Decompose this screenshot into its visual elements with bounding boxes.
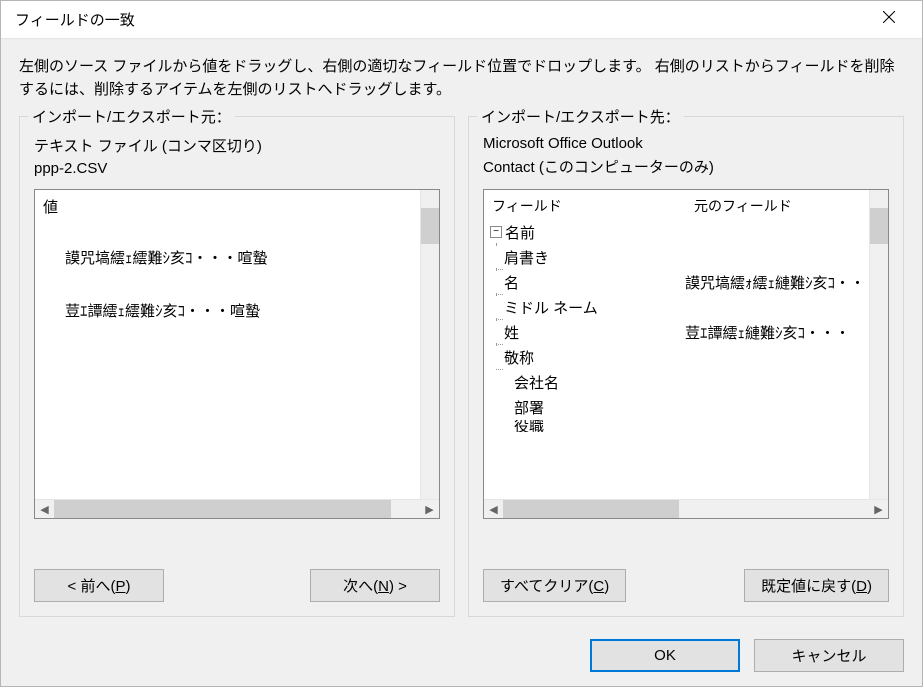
instructions-text: 左側のソース ファイルから値をドラッグし、右側の適切なフィールド位置でドロップし… [19,55,904,102]
vscroll-thumb[interactable] [870,208,888,244]
tree-row[interactable]: 部署 [484,395,869,420]
source-legend: インポート/エクスポート元： [28,106,235,127]
target-header-field: フィールド [484,196,694,216]
source-list-content: 値 謨咒塙繧ｪ繧難ｼ亥ｺ・・・喧蟄 荳ｴ譚繧ｪ繧難ｼ亥ｺ・・・喧蟄 [35,190,420,500]
target-panel: インポート/エクスポート先： Microsoft Office Outlook … [468,116,904,618]
target-app: Microsoft Office Outlook [483,135,889,152]
prev-button[interactable]: < 前へ(P) [34,569,164,602]
titlebar: フィールドの一致 [1,1,922,39]
source-item[interactable]: 荳ｴ譚繧ｪ繧難ｼ亥ｺ・・・喧蟄 [35,294,420,327]
tree-row[interactable]: ミドル ネーム [484,295,869,320]
content-area: 左側のソース ファイルから値をドラッグし、右側の適切なフィールド位置でドロップし… [1,39,922,627]
close-icon [883,11,895,23]
ok-button[interactable]: OK [590,639,740,672]
panels-row: インポート/エクスポート元： テキスト ファイル (コンマ区切り) ppp-2.… [19,116,904,618]
dialog-window: フィールドの一致 左側のソース ファイルから値をドラッグし、右側の適切なフィール… [0,0,923,687]
hscroll-thumb[interactable] [503,500,679,518]
hscroll-right-icon[interactable]: ▶ [420,500,439,519]
hscroll-thumb[interactable] [54,500,391,518]
source-format: テキスト ファイル (コンマ区切り) [34,135,440,156]
vscroll-thumb[interactable] [421,208,439,244]
hscrollbar[interactable]: ◀ ▶ [484,499,888,518]
target-list-content: フィールド 元のフィールド − 名前 肩書き [484,190,869,500]
tree-row[interactable]: 会社名 [484,370,869,395]
target-list-body: フィールド 元のフィールド − 名前 肩書き [484,190,888,500]
dialog-title: フィールドの一致 [15,9,866,30]
hscroll-left-icon[interactable]: ◀ [484,500,503,519]
collapse-icon[interactable]: − [490,226,502,238]
clear-all-button[interactable]: すべてクリア(C) [483,569,626,602]
hscroll-right-icon[interactable]: ▶ [869,500,888,519]
target-headers: フィールド 元のフィールド [484,190,869,220]
target-legend: インポート/エクスポート先： [477,106,684,127]
source-header: 値 [35,190,420,221]
vscrollbar[interactable] [420,190,439,500]
target-buttons: すべてクリア(C) 既定値に戻す(D) [483,569,889,602]
target-listbox[interactable]: フィールド 元のフィールド − 名前 肩書き [483,189,889,520]
target-folder: Contact (このコンピューターのみ) [483,156,889,177]
source-item[interactable]: 謨咒塙繧ｪ繧難ｼ亥ｺ・・・喧蟄 [35,241,420,274]
source-buttons: < 前へ(P) 次へ(N) > [34,569,440,602]
close-button[interactable] [866,2,912,32]
cancel-button[interactable]: キャンセル [754,639,904,672]
tree-row[interactable]: 名 謨咒塙繧ｫ繧ｪ縺難ｼ亥ｺ・・ [484,270,869,295]
reset-default-button[interactable]: 既定値に戻す(D) [744,569,889,602]
source-listbox[interactable]: 値 謨咒塙繧ｪ繧難ｼ亥ｺ・・・喧蟄 荳ｴ譚繧ｪ繧難ｼ亥ｺ・・・喧蟄 ◀ [34,189,440,520]
hscrollbar[interactable]: ◀ ▶ [35,499,439,518]
dialog-buttons: OK キャンセル [1,627,922,686]
tree-row[interactable]: 役職 [484,420,869,432]
next-button[interactable]: 次へ(N) > [310,569,440,602]
tree-row[interactable]: 姓 荳ｴ譚繧ｪ縺難ｼ亥ｺ・・・ [484,320,869,345]
hscroll-left-icon[interactable]: ◀ [35,500,54,519]
tree-row-expandable[interactable]: − 名前 [484,220,869,245]
vscrollbar[interactable] [869,190,888,500]
source-list-body: 値 謨咒塙繧ｪ繧難ｼ亥ｺ・・・喧蟄 荳ｴ譚繧ｪ繧難ｼ亥ｺ・・・喧蟄 [35,190,439,500]
source-filename: ppp-2.CSV [34,160,440,177]
tree-row[interactable]: 肩書き [484,245,869,270]
tree-row[interactable]: 敬称 [484,345,869,370]
target-header-source: 元のフィールド [694,196,869,216]
source-panel: インポート/エクスポート元： テキスト ファイル (コンマ区切り) ppp-2.… [19,116,455,618]
